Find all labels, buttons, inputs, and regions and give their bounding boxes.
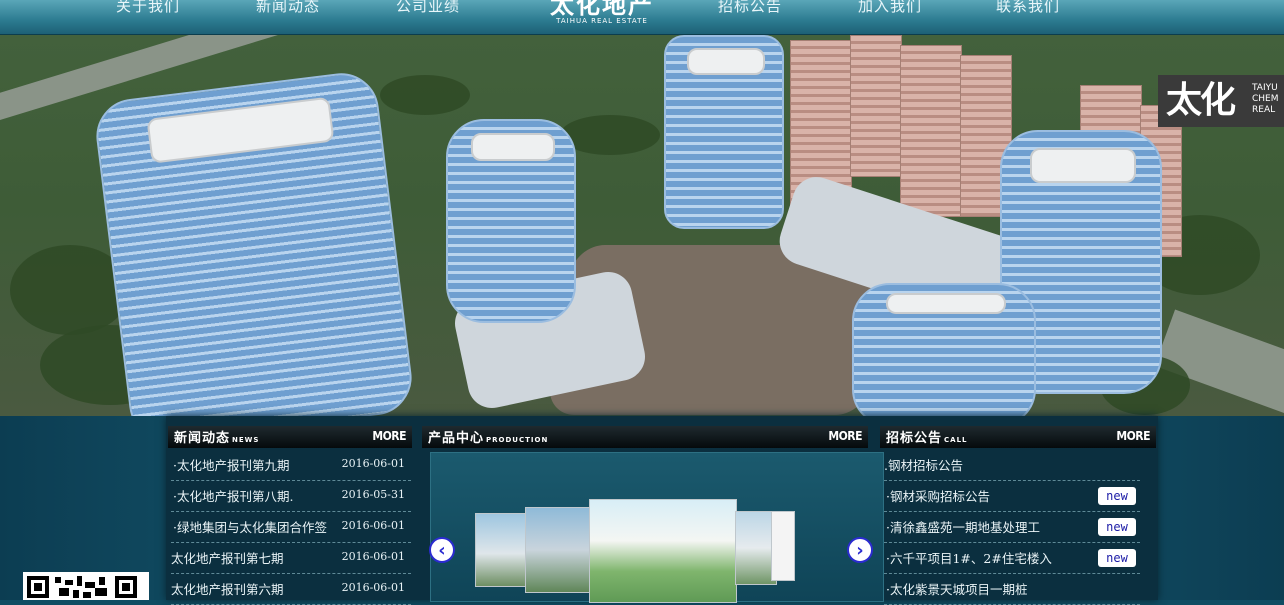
- logo-subtext: TAIHUA REAL ESTATE: [556, 17, 648, 25]
- news-title: 新闻动态 NEWS: [174, 431, 260, 446]
- qr-code: [23, 572, 149, 600]
- call-link[interactable]: ·太化紫景天城项目一期桩: [886, 579, 1027, 598]
- news-date: 2016-06-01: [341, 581, 405, 594]
- nav-tenders[interactable]: 招标公告: [718, 0, 782, 18]
- product-thumbnail[interactable]: [771, 511, 795, 581]
- tower-roof: [1030, 147, 1136, 183]
- list-item: ·太化地产报刊第八期. 2016-05-31: [171, 481, 411, 512]
- tower-roof: [686, 48, 766, 76]
- news-link[interactable]: ·绿地集团与太化集团合作签: [173, 517, 327, 536]
- carousel-prev-button[interactable]: ‹: [429, 537, 455, 563]
- site-logo[interactable]: 太化地产 TAIHUA REAL ESTATE: [548, 0, 656, 25]
- news-link[interactable]: ·太化地产报刊第八期.: [173, 486, 293, 505]
- list-item: ·清徐鑫盛苑一期地基处理工 new: [884, 512, 1140, 543]
- apartment-building: [900, 45, 962, 217]
- glass-tower: [664, 35, 784, 229]
- glass-tower: [92, 68, 416, 416]
- list-item: .钢材招标公告: [884, 450, 1140, 481]
- tower-roof: [470, 133, 556, 161]
- product-carousel: ‹ ›: [429, 452, 884, 603]
- nav-about[interactable]: 关于我们: [116, 0, 180, 18]
- content-section: 新闻动态 NEWS MORE ·太化地产报刊第九期 2016-06-01 ·太化地…: [0, 416, 1284, 605]
- call-title: 招标公告 CALL: [886, 431, 968, 446]
- call-link[interactable]: ·六千平项目1#、2#住宅楼入: [886, 548, 1052, 567]
- call-link[interactable]: ·钢材采购招标公告: [886, 486, 990, 505]
- call-header: 招标公告 CALL MORE: [880, 426, 1156, 448]
- list-item: ·钢材采购招标公告 new: [884, 481, 1140, 512]
- glass-tower: [852, 283, 1036, 416]
- product-thumbnail[interactable]: [475, 513, 529, 587]
- nav-contact[interactable]: 联系我们: [996, 0, 1060, 18]
- product-thumbnail[interactable]: [525, 507, 593, 593]
- call-more-link[interactable]: MORE: [1116, 429, 1150, 443]
- watermark-line: REAL: [1252, 105, 1276, 115]
- nav-news[interactable]: 新闻动态: [256, 0, 320, 18]
- glass-tower: [446, 119, 576, 323]
- tower-roof: [146, 97, 335, 164]
- watermark-subtext: TAIYU CHEM REAL: [1252, 83, 1279, 116]
- news-date: 2016-05-31: [341, 488, 405, 501]
- product-thumbnail[interactable]: [589, 499, 737, 603]
- products-more-link[interactable]: MORE: [828, 429, 862, 443]
- news-date: 2016-06-01: [341, 550, 405, 563]
- call-list: .钢材招标公告 ·钢材采购招标公告 new ·清徐鑫盛苑一期地基处理工 new …: [884, 450, 1140, 605]
- content-panel: 新闻动态 NEWS MORE ·太化地产报刊第九期 2016-06-01 ·太化地…: [166, 416, 1158, 605]
- news-link[interactable]: 太化地产报刊第六期: [171, 579, 284, 598]
- new-badge: new: [1098, 549, 1136, 567]
- news-list: ·太化地产报刊第九期 2016-06-01 ·太化地产报刊第八期. 2016-0…: [171, 450, 411, 605]
- new-badge: new: [1098, 518, 1136, 536]
- news-date: 2016-06-01: [341, 457, 405, 470]
- apartment-building: [850, 35, 902, 177]
- call-link[interactable]: ·清徐鑫盛苑一期地基处理工: [886, 517, 1040, 536]
- list-item: 太化地产报刊第七期 2016-06-01: [171, 543, 411, 574]
- list-item: ·太化紫景天城项目一期桩: [884, 574, 1140, 605]
- products-header: 产品中心 PRODUCTION MORE: [422, 426, 868, 448]
- nav-join[interactable]: 加入我们: [858, 0, 922, 18]
- list-item: ·太化地产报刊第九期 2016-06-01: [171, 450, 411, 481]
- list-item: 太化地产报刊第六期 2016-06-01: [171, 574, 411, 605]
- news-link[interactable]: 太化地产报刊第七期: [171, 548, 284, 567]
- hero-banner: 太化 TAIYU CHEM REAL: [0, 35, 1284, 416]
- top-navigation: 关于我们 新闻动态 公司业绩 太化地产 TAIHUA REAL ESTATE 招…: [0, 0, 1284, 35]
- new-badge: new: [1098, 487, 1136, 505]
- qr-code-pattern: [27, 576, 137, 598]
- tree-cluster: [380, 75, 470, 115]
- watermark-logo: 太化 TAIYU CHEM REAL: [1158, 75, 1284, 127]
- news-date: 2016-06-01: [341, 519, 405, 532]
- list-item: ·六千平项目1#、2#住宅楼入 new: [884, 543, 1140, 574]
- watermark-line: CHEM: [1252, 94, 1279, 104]
- carousel-next-button[interactable]: ›: [847, 537, 873, 563]
- news-header: 新闻动态 NEWS MORE: [168, 426, 412, 448]
- call-link[interactable]: .钢材招标公告: [884, 455, 963, 474]
- watermark-line: TAIYU: [1252, 83, 1278, 93]
- products-title: 产品中心 PRODUCTION: [428, 431, 549, 446]
- list-item: ·绿地集团与太化集团合作签 2016-06-01: [171, 512, 411, 543]
- news-link[interactable]: ·太化地产报刊第九期: [173, 455, 289, 474]
- news-more-link[interactable]: MORE: [372, 429, 406, 443]
- tower-roof: [886, 293, 1006, 315]
- nav-performance[interactable]: 公司业绩: [396, 0, 460, 18]
- watermark-text: 太化: [1166, 80, 1236, 121]
